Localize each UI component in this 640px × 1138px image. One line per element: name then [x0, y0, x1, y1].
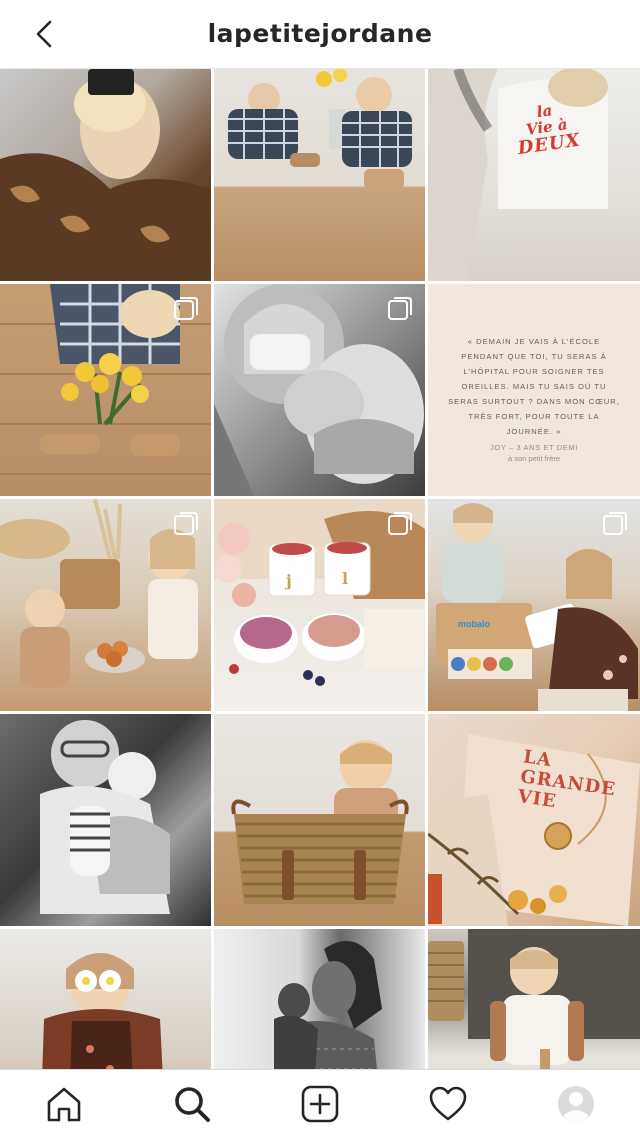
- nav-activity[interactable]: [426, 1082, 470, 1126]
- grid-post-2[interactable]: [214, 69, 425, 281]
- nav-home[interactable]: [42, 1082, 86, 1126]
- grid-post-6-quote[interactable]: « DEMAIN JE VAIS À L'ÉCOLE PENDANT QUE T…: [428, 284, 640, 496]
- home-icon: [47, 1087, 81, 1122]
- page-title: lapetitejordane: [207, 19, 433, 48]
- post-image: [428, 734, 640, 926]
- cup-letter: l: [342, 569, 349, 588]
- photo-grid: la Vie à DEUX « DEMAIN JE VAIS À L'ÉCOLE…: [0, 69, 640, 1138]
- cup-letter: j: [286, 571, 292, 590]
- grid-post-3[interactable]: la Vie à DEUX: [428, 69, 640, 281]
- post-image: [231, 740, 409, 904]
- tshirt-print: la Vie à DEUX: [509, 98, 586, 159]
- grid-post-1[interactable]: [0, 69, 211, 281]
- quote-author: JOY – 3 ANS ET DEMI: [490, 443, 578, 452]
- bottom-navigation: [0, 1070, 640, 1138]
- grid-post-7[interactable]: [0, 499, 211, 711]
- nav-new-post[interactable]: [298, 1082, 342, 1126]
- post-image: [40, 720, 170, 914]
- grid-post-5[interactable]: [214, 284, 425, 496]
- grid-post-4[interactable]: [0, 284, 211, 496]
- search-icon: [175, 1087, 210, 1122]
- multiple-posts-icon: [174, 297, 198, 320]
- post-image: [0, 69, 211, 281]
- nav-profile[interactable]: [554, 1082, 598, 1126]
- grid-post-12[interactable]: LA GRANDE VIE: [428, 714, 640, 926]
- grid-post-9[interactable]: mobalo: [428, 499, 640, 711]
- post-image: [428, 69, 608, 281]
- nav-search[interactable]: [170, 1082, 214, 1126]
- multiple-posts-icon: [603, 512, 627, 535]
- multiple-posts-icon: [388, 512, 412, 535]
- grid-post-10[interactable]: [0, 714, 211, 926]
- heart-icon: [429, 1086, 467, 1121]
- post-image: [228, 69, 412, 189]
- quote-text: « DEMAIN JE VAIS À L'ÉCOLE PENDANT QUE T…: [448, 337, 620, 436]
- multiple-posts-icon: [174, 512, 198, 535]
- box-logo: mobalo: [458, 619, 491, 629]
- grid-post-8[interactable]: j l: [214, 499, 425, 711]
- multiple-posts-icon: [388, 297, 412, 320]
- grid-post-11[interactable]: [214, 714, 425, 926]
- quote-author-subtitle: à son petit frère: [507, 454, 561, 463]
- profile-avatar-icon: [558, 1086, 594, 1122]
- add-post-icon: [301, 1085, 339, 1123]
- profile-header: lapetitejordane: [0, 0, 640, 68]
